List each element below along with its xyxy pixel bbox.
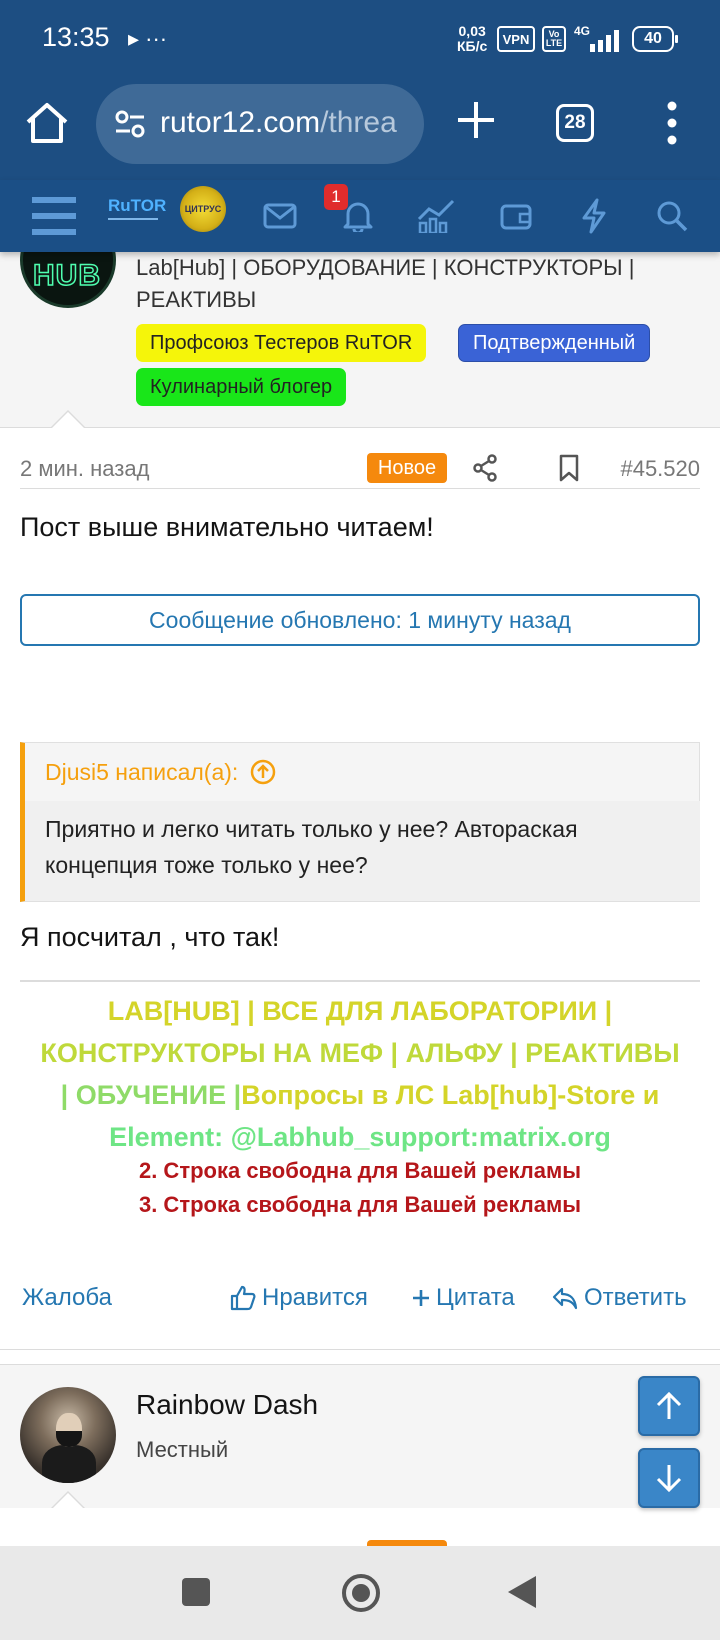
badge-verified: Подтвержденный [458, 324, 651, 362]
chart-icon[interactable] [408, 188, 464, 244]
new-badge: Новое [367, 453, 447, 483]
system-navigation-bar [0, 1546, 720, 1640]
signature-ad-line-2: 2. Строка свободна для Вашей рекламы [138, 1158, 582, 1183]
signal-icon [590, 30, 619, 52]
site-settings-icon[interactable] [114, 110, 146, 138]
author-role: Местный [136, 1437, 229, 1462]
search-icon[interactable] [644, 188, 700, 244]
hamburger-menu-icon[interactable] [26, 188, 82, 244]
post: 2 мин. назад Новое #45.520 Пост выше вни… [0, 428, 720, 1350]
citrus-logo[interactable]: ЦИТРУС [180, 186, 226, 232]
status-bar: 13:35 ▸ ··· 0,03 КБ/с VPN Vo LTE 4G 40 [0, 0, 720, 76]
notification-badge: 1 [324, 184, 348, 210]
home-button[interactable] [342, 1574, 380, 1612]
plus-icon [413, 1290, 429, 1306]
post-meta: 2 мин. назад Новое #45.520 [20, 450, 700, 490]
share-icon[interactable] [472, 454, 498, 482]
signature: LAB[HUB] | ВСЕ ДЛЯ ЛАБОРАТОРИИ | КОНСТРУ… [40, 996, 680, 1152]
network-speed: 0,03 КБ/с [457, 23, 488, 54]
avatar[interactable] [20, 1387, 116, 1483]
quote-author[interactable]: Djusi5 написал(а): [45, 755, 276, 789]
bookmark-icon[interactable] [558, 454, 580, 482]
battery-icon: 40 [632, 26, 678, 52]
report-link[interactable]: Жалоба [22, 1284, 112, 1312]
home-icon[interactable] [24, 100, 70, 146]
badge-testers: Профсоюз Тестеров RuTOR [136, 324, 427, 362]
status-extra-icons: ▸ ··· [128, 26, 168, 51]
post-number[interactable]: #45.520 [620, 456, 700, 482]
mail-icon[interactable] [252, 188, 308, 244]
tabs-count-button[interactable]: 28 [556, 104, 594, 142]
quote-text: Приятно и легко читать только у нее? Авт… [45, 816, 578, 878]
post-text-reply: Я посчитал , что так! [20, 922, 280, 952]
lightning-icon[interactable] [566, 188, 622, 244]
scroll-up-button[interactable] [638, 1376, 700, 1436]
address-bar[interactable]: rutor12.com/threa [96, 84, 424, 164]
rutor-logo[interactable]: RuTOR [108, 196, 166, 224]
post-actions: Жалоба Нравится Цитата Ответить [20, 1284, 700, 1320]
edit-notice: Сообщение обновлено: 1 минуту назад [20, 594, 700, 646]
post-time[interactable]: 2 мин. назад [20, 456, 149, 482]
scroll-down-button[interactable] [638, 1448, 700, 1508]
author-block: HUB Lab[Hub] | ОБОРУДОВАНИЕ | КОНСТРУКТО… [0, 212, 720, 430]
browser-menu-icon[interactable] [660, 100, 684, 146]
arrow-up-icon [656, 1391, 682, 1419]
next-post-peek [0, 1508, 720, 1548]
network-type: 4G [574, 24, 591, 38]
vpn-icon: VPN [497, 26, 535, 52]
recents-button[interactable] [182, 1578, 210, 1606]
thumbs-up-icon [230, 1285, 256, 1311]
arrow-down-icon [656, 1465, 682, 1493]
quote-block: Djusi5 написал(а): Приятно и легко читат… [20, 742, 700, 902]
next-author-block: Rainbow Dash Местный [0, 1364, 720, 1511]
url-text: rutor12.com/threa [160, 106, 397, 139]
badge-cook-blogger: Кулинарный блогер [136, 368, 347, 406]
post-text: Пост выше внимательно читаем! [20, 512, 434, 542]
arrow-up-circle-icon[interactable] [250, 759, 276, 785]
reply-icon [552, 1287, 578, 1310]
author-title: Lab[Hub] | ОБОРУДОВАНИЕ | КОНСТРУКТОРЫ |… [136, 255, 635, 312]
signature-ad-line-3: 3. Строка свободна для Вашей рекламы [138, 1192, 582, 1217]
clock: 13:35 [42, 22, 110, 52]
author-name[interactable]: Rainbow Dash [136, 1389, 318, 1421]
browser-toolbar: rutor12.com/threa 28 [0, 76, 720, 180]
reply-button[interactable]: Ответить [552, 1284, 687, 1312]
back-button[interactable] [508, 1576, 536, 1608]
volte-icon: Vo LTE [542, 26, 566, 52]
like-button[interactable]: Нравится [230, 1284, 368, 1312]
new-tab-icon[interactable] [454, 98, 498, 142]
quote-button[interactable]: Цитата [412, 1284, 515, 1312]
wallet-icon[interactable] [488, 188, 544, 244]
